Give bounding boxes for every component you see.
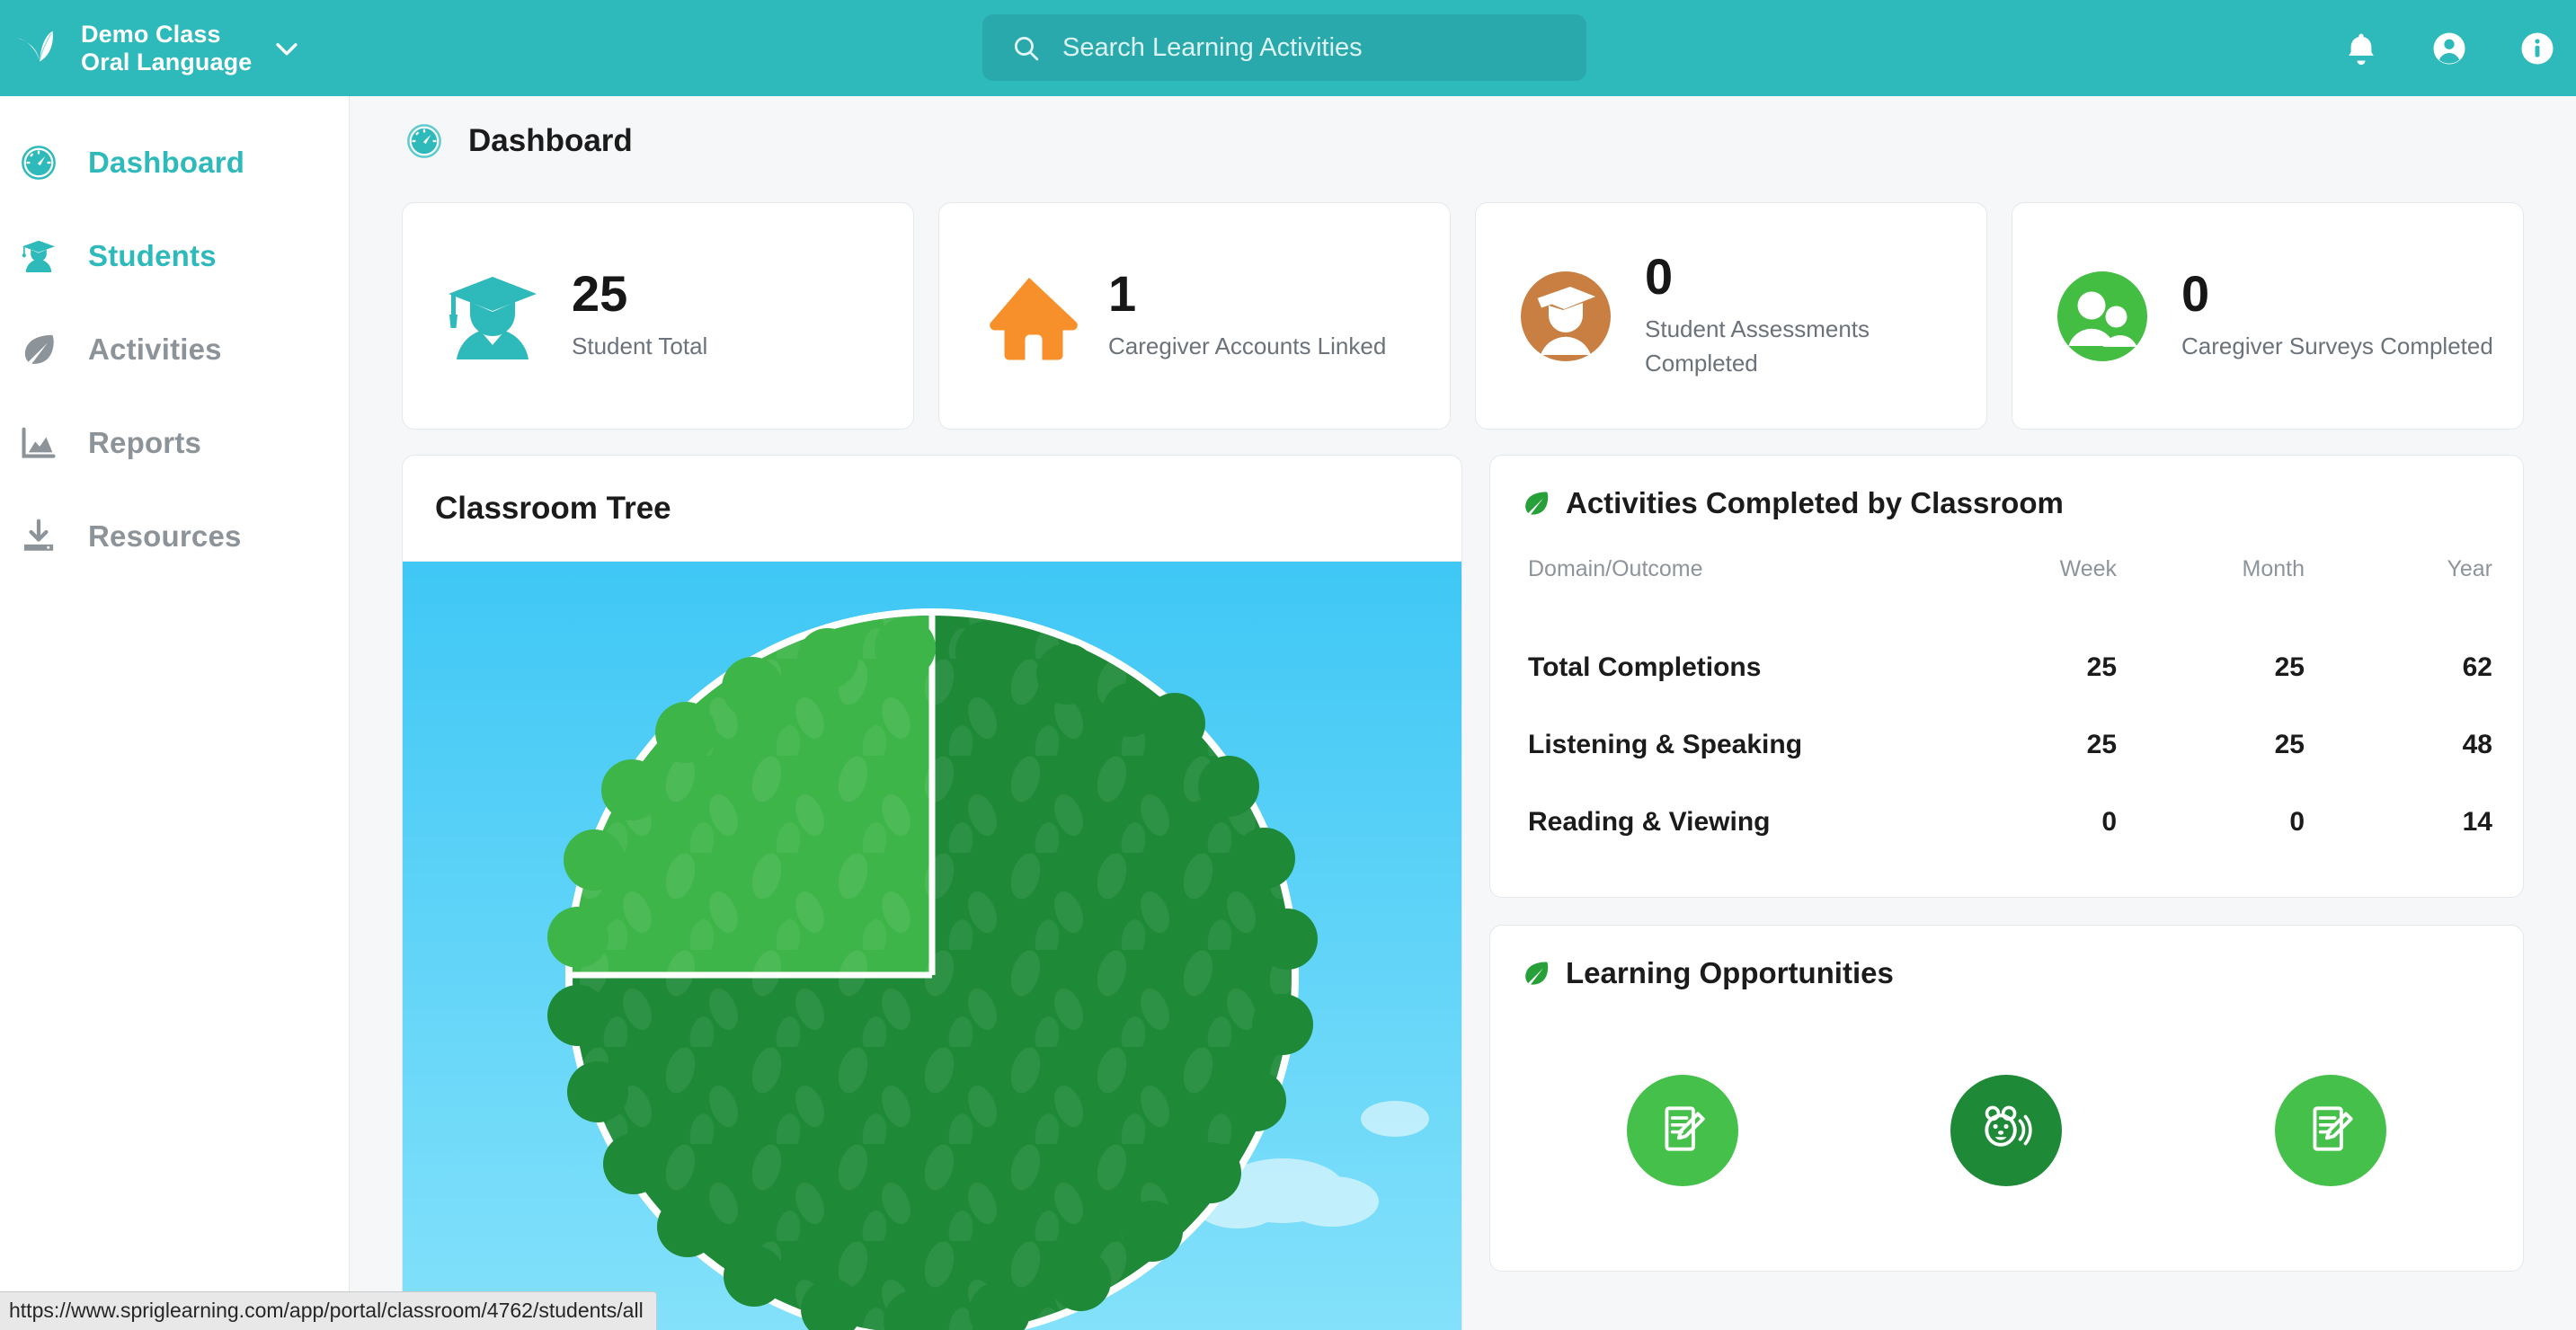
page-title: Dashboard	[468, 123, 633, 158]
sidebar-item-dashboard[interactable]: Dashboard	[0, 116, 349, 209]
classroom-tree-card: Classroom Tree	[402, 455, 1462, 1330]
stat-label: Student Total	[572, 332, 708, 360]
page-header: Dashboard	[350, 96, 2576, 186]
column-header-domain: Domain/Outcome	[1528, 556, 1703, 581]
info-circle-icon[interactable]	[2518, 30, 2556, 67]
column-header-year: Year	[2447, 556, 2492, 581]
stat-card-row: 25 Student Total 1 Caregiver Accounts Li…	[402, 202, 2524, 430]
account-circle-icon[interactable]	[2430, 30, 2468, 67]
table-row: Total Completions 25 25 62	[1521, 629, 2492, 706]
sidebar-item-label: Reports	[88, 426, 202, 459]
status-bar-url: https://www.spriglearning.com/app/portal…	[0, 1291, 657, 1330]
leaf-icon	[18, 329, 59, 370]
stat-card-caregiver-surveys[interactable]: 0 Caregiver Surveys Completed	[2012, 202, 2524, 430]
learning-opportunity-item[interactable]	[2274, 1075, 2386, 1186]
classroom-tree-title: Classroom Tree	[403, 456, 1461, 562]
row-year: 62	[2462, 652, 2492, 682]
table-row: Listening & Speaking 25 25 48	[1521, 706, 2492, 784]
document-pencil-icon	[2303, 1101, 2358, 1161]
sidebar: Dashboard Students Activities Reports Re…	[0, 96, 350, 1330]
search-placeholder: Search Learning Activities	[1062, 32, 1363, 62]
dashboard-lower-grid: Classroom Tree Activities Completed by C…	[402, 455, 2524, 1330]
row-domain: Reading & Viewing	[1528, 807, 1771, 837]
sidebar-item-students[interactable]: Students	[0, 209, 349, 303]
learning-opportunity-list	[1521, 1075, 2492, 1186]
brand-classroom-switcher[interactable]: Demo Class Oral Language	[0, 21, 302, 76]
home-icon	[975, 262, 1083, 370]
activities-completed-card: Activities Completed by Classroom Domain…	[1489, 455, 2524, 898]
activities-table: Domain/Outcome Week Month Year Total Com…	[1521, 556, 2492, 861]
stat-value: 25	[572, 265, 628, 323]
graduate-icon	[18, 235, 59, 277]
column-header-month: Month	[2242, 556, 2305, 581]
learning-opportunities-card: Learning Opportunities	[1489, 925, 2524, 1272]
row-year: 14	[2462, 807, 2492, 837]
row-week: 25	[2086, 730, 2118, 759]
column-header-week: Week	[2059, 556, 2118, 581]
leaf-icon	[1521, 488, 1551, 519]
classroom-tree-column: Classroom Tree	[402, 455, 1462, 1330]
people-group-icon	[2048, 262, 2156, 370]
search-icon	[1011, 33, 1041, 63]
graduate-avatar-icon	[1512, 262, 1620, 370]
sidebar-item-label: Activities	[88, 332, 222, 366]
activities-card-header: Activities Completed by Classroom	[1521, 486, 2492, 520]
learning-opportunity-item[interactable]	[1627, 1075, 1739, 1186]
stat-card-caregiver-accounts[interactable]: 1 Caregiver Accounts Linked	[938, 202, 1451, 430]
stat-label: Caregiver Surveys Completed	[2181, 332, 2493, 360]
sidebar-item-label: Dashboard	[88, 146, 245, 179]
program-name: Oral Language	[81, 48, 253, 75]
top-bar: Demo Class Oral Language Search Learning…	[0, 0, 2576, 96]
dashboard-right-column: Activities Completed by Classroom Domain…	[1489, 455, 2524, 1330]
sidebar-item-reports[interactable]: Reports	[0, 396, 349, 490]
row-year: 48	[2462, 730, 2492, 759]
graduation-cap-student-icon	[439, 262, 546, 370]
search-bar[interactable]: Search Learning Activities	[982, 14, 1586, 81]
sidebar-item-label: Students	[88, 239, 217, 272]
speedometer-icon	[404, 120, 445, 162]
stat-label: Student Assessments Completed	[1645, 315, 1870, 377]
document-pencil-icon	[1655, 1101, 1710, 1161]
top-bar-actions	[2342, 0, 2556, 96]
sidebar-item-activities[interactable]: Activities	[0, 303, 349, 396]
row-week: 0	[2101, 807, 2118, 837]
search-input[interactable]: Search Learning Activities	[982, 14, 1586, 81]
row-month: 25	[2274, 652, 2305, 682]
row-domain: Listening & Speaking	[1528, 730, 1803, 759]
learning-opportunities-header: Learning Opportunities	[1521, 956, 2492, 990]
notification-bell-icon[interactable]	[2342, 30, 2380, 67]
stat-value: 1	[1108, 265, 1137, 323]
table-header-row: Domain/Outcome Week Month Year	[1521, 556, 2492, 629]
stat-value: 0	[2181, 265, 2210, 323]
learning-opportunity-item[interactable]	[1950, 1075, 2063, 1186]
classroom-tree-illustration[interactable]	[403, 562, 1461, 1330]
table-row: Reading & Viewing 0 0 14	[1521, 784, 2492, 861]
sidebar-item-label: Resources	[88, 519, 242, 553]
row-month: 25	[2274, 730, 2305, 759]
speedometer-icon	[18, 142, 59, 183]
sprig-leaf-logo-icon	[13, 21, 68, 76]
stat-card-student-total[interactable]: 25 Student Total	[402, 202, 914, 430]
dashboard-body: 25 Student Total 1 Caregiver Accounts Li…	[350, 186, 2576, 1330]
learning-opportunities-title: Learning Opportunities	[1566, 956, 1894, 989]
leaf-icon	[1521, 958, 1551, 989]
main-content: Dashboard 25 Student Total 1 Caregiver A…	[350, 96, 2576, 1330]
stat-value: 0	[1645, 248, 1674, 306]
row-domain: Total Completions	[1528, 652, 1762, 682]
stat-card-student-assessments[interactable]: 0 Student Assessments Completed	[1475, 202, 1987, 430]
classroom-name: Demo Class	[81, 21, 221, 49]
row-week: 25	[2086, 652, 2118, 682]
area-chart-icon	[18, 422, 59, 464]
bear-sound-icon	[1978, 1101, 2034, 1161]
download-tray-icon	[18, 516, 59, 557]
stat-label: Caregiver Accounts Linked	[1108, 332, 1387, 360]
activities-card-title: Activities Completed by Classroom	[1566, 486, 2064, 519]
sidebar-item-resources[interactable]: Resources	[0, 490, 349, 583]
row-month: 0	[2289, 807, 2305, 837]
chevron-down-icon[interactable]	[271, 33, 302, 64]
